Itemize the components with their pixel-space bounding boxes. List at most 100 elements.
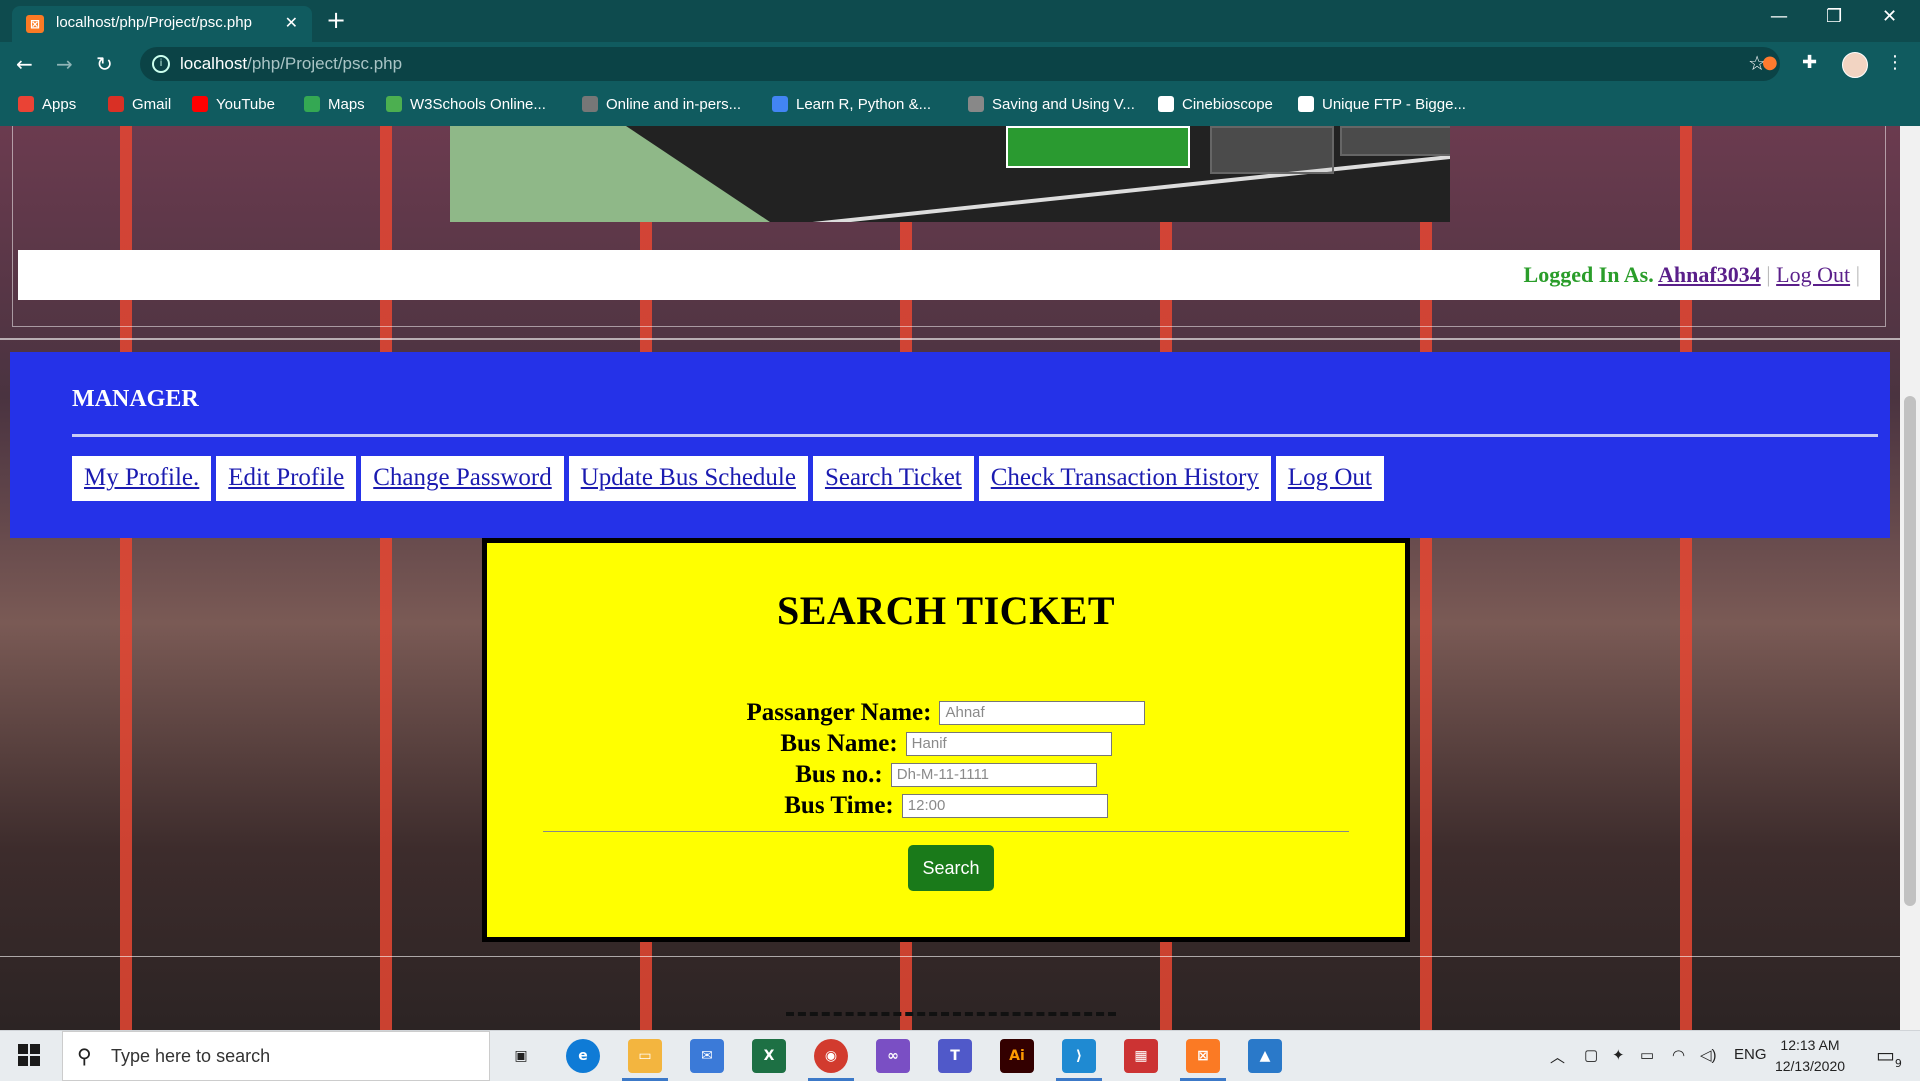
edge-icon[interactable]: e: [566, 1039, 600, 1073]
login-status: Logged In As. Ahnaf3034 | Log Out |: [1523, 262, 1860, 287]
search-form: Passanger Name: Bus Name: Bus no.: Bus Time…: [487, 697, 1405, 821]
bookmark-item[interactable]: Learn R, Python &...: [772, 96, 931, 113]
bookmark-label: Learn R, Python &...: [796, 96, 932, 113]
field-label: Bus no.:: [795, 760, 883, 788]
bookmark-label: YouTube: [216, 96, 275, 113]
bookmark-favicon-icon: [1298, 96, 1314, 112]
clock[interactable]: 12:13 AM 12/13/2020: [1770, 1035, 1850, 1077]
menu-link[interactable]: Search Ticket: [812, 456, 974, 501]
dropbox-icon[interactable]: ✦: [1612, 1046, 1625, 1064]
field-input[interactable]: [890, 762, 1097, 787]
chrome-icon[interactable]: ◉: [808, 1039, 854, 1081]
chrome-menu-icon[interactable]: ⋮: [1886, 52, 1904, 73]
browser-tab[interactable]: ⊠ localhost/php/Project/psc.php ✕: [12, 6, 312, 42]
xampp-icon[interactable]: ⊠: [1180, 1039, 1226, 1081]
bookmark-item[interactable]: Gmail: [108, 96, 171, 113]
menu-link[interactable]: My Profile.: [72, 456, 212, 501]
start-windows-icon[interactable]: [18, 1044, 40, 1066]
mail-icon[interactable]: ✉: [690, 1039, 724, 1073]
back-icon[interactable]: ←: [16, 52, 33, 76]
menu-link[interactable]: Change Password: [361, 456, 564, 501]
bookmark-label: Unique FTP - Bigge...: [1322, 96, 1466, 113]
header-logout-link[interactable]: Log Out: [1776, 262, 1850, 287]
illustrator-icon[interactable]: Ai: [1000, 1039, 1034, 1073]
url-text: localhost/php/Project/psc.php: [180, 54, 403, 73]
vscode-icon[interactable]: ⟩: [1056, 1039, 1102, 1081]
field-input[interactable]: [905, 731, 1112, 756]
restore-icon[interactable]: ❐: [1826, 6, 1842, 27]
site-info-icon[interactable]: i: [152, 55, 170, 73]
new-tab-button[interactable]: +: [326, 6, 346, 34]
profile-avatar[interactable]: [1842, 52, 1868, 78]
field-label: Passanger Name:: [746, 698, 932, 726]
excel-icon[interactable]: X: [752, 1039, 786, 1073]
bookmark-item[interactable]: Unique FTP - Bigge...: [1298, 96, 1466, 113]
bookmark-favicon-icon: [1158, 96, 1174, 112]
field-input[interactable]: [939, 700, 1146, 725]
tab-title: localhost/php/Project/psc.php: [56, 14, 252, 31]
tray-chevron-icon[interactable]: ︿: [1550, 1046, 1565, 1067]
scrollbar-thumb[interactable]: [1904, 396, 1916, 906]
bookmark-item[interactable]: Cinebioscope: [1158, 96, 1273, 113]
search-icon: ⚲: [77, 1044, 92, 1068]
extension-icon[interactable]: ●: [1762, 52, 1778, 73]
close-window-icon[interactable]: ✕: [1882, 6, 1897, 27]
bookmark-favicon-icon: [968, 96, 984, 112]
bookmark-label: W3Schools Online...: [410, 96, 546, 113]
bookmark-item[interactable]: Apps: [18, 96, 76, 113]
reload-icon[interactable]: ↻: [96, 52, 113, 76]
bookmark-item[interactable]: Saving and Using V...: [968, 96, 1135, 113]
bookmark-item[interactable]: Maps: [304, 96, 365, 113]
role-title: MANAGER: [72, 386, 199, 412]
file-explorer-icon[interactable]: ▭: [622, 1039, 668, 1081]
page-scrollbar[interactable]: [1900, 126, 1920, 1030]
bookmark-label: Cinebioscope: [1182, 96, 1273, 113]
bookmark-favicon-icon: [192, 96, 208, 112]
bookmark-label: Saving and Using V...: [992, 96, 1135, 113]
bookmarks-bar: Apps Gmail YouTube Maps W3Schools Online... O…: [0, 86, 1920, 126]
taskbar-search[interactable]: ⚲ Type here to search: [62, 1031, 490, 1081]
menu-link[interactable]: Edit Profile: [216, 456, 357, 501]
address-bar[interactable]: i localhost/php/Project/psc.php ☆: [140, 47, 1780, 81]
minimize-icon[interactable]: —: [1770, 6, 1788, 27]
battery-icon[interactable]: ▭: [1640, 1046, 1654, 1064]
language-indicator[interactable]: ENG: [1734, 1046, 1767, 1063]
field-label: Bus Name:: [780, 729, 898, 757]
visual-studio-icon[interactable]: ∞: [876, 1039, 910, 1073]
form-row: Bus Time:: [487, 790, 1405, 821]
panel-title: SEARCH TICKET: [776, 588, 1116, 633]
forward-icon[interactable]: →: [56, 52, 73, 76]
menu-link[interactable]: Update Bus Schedule: [568, 456, 808, 501]
username-link[interactable]: Ahnaf3034: [1658, 262, 1761, 287]
divider: [0, 338, 1900, 340]
volume-icon[interactable]: ◁): [1700, 1046, 1717, 1064]
close-tab-icon[interactable]: ✕: [285, 13, 298, 32]
extensions-puzzle-icon[interactable]: ✚: [1802, 52, 1817, 73]
notification-count: 9: [1894, 1057, 1902, 1070]
logged-in-label: Logged In As.: [1523, 262, 1654, 287]
notification-center-icon[interactable]: ▭9: [1876, 1043, 1902, 1070]
search-button[interactable]: Search: [908, 845, 994, 891]
bookmark-item[interactable]: Online and in-pers...: [582, 96, 741, 113]
tray-device-icon[interactable]: ▢: [1584, 1046, 1598, 1064]
manager-menu: My Profile. Edit Profile Change Password Up…: [72, 456, 1384, 501]
menu-link[interactable]: Check Transaction History: [978, 456, 1271, 501]
bookmark-favicon-icon: [386, 96, 402, 112]
field-input[interactable]: [901, 793, 1108, 818]
clock-time: 12:13 AM: [1780, 1037, 1840, 1053]
form-row: Passanger Name:: [487, 697, 1405, 728]
menu-link[interactable]: Log Out: [1275, 456, 1384, 501]
browser-toolbar: ← → ↻ i localhost/php/Project/psc.php ☆ …: [0, 42, 1920, 86]
bookmark-item[interactable]: W3Schools Online...: [386, 96, 546, 113]
taskbar-search-placeholder: Type here to search: [111, 1046, 271, 1066]
winrar-icon[interactable]: ▦: [1124, 1039, 1158, 1073]
manager-nav: MANAGER My Profile. Edit Profile Change Pa…: [10, 352, 1890, 538]
photos-icon[interactable]: ▲: [1248, 1039, 1282, 1073]
wifi-icon[interactable]: ◠: [1672, 1046, 1685, 1064]
clock-date: 12/13/2020: [1774, 1058, 1846, 1074]
form-row: Bus Name:: [487, 728, 1405, 759]
task-view-icon[interactable]: ▣: [504, 1039, 538, 1073]
bookmark-favicon-icon: [18, 96, 34, 112]
bookmark-item[interactable]: YouTube: [192, 96, 275, 113]
teams-icon[interactable]: T: [938, 1039, 972, 1073]
